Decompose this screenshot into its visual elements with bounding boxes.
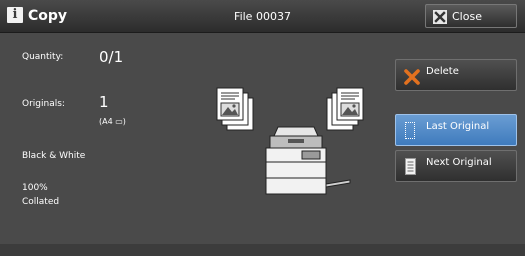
next-original-button[interactable]: Next Original xyxy=(395,150,517,182)
quantity-label: Quantity: xyxy=(22,52,64,62)
last-original-icon xyxy=(405,122,415,139)
last-original-button[interactable]: Last Original xyxy=(395,114,517,146)
copy-screen: i Copy File 00037 Close Quantity: 0/1 Or… xyxy=(0,0,525,256)
original-documents-icon xyxy=(216,87,254,131)
color-mode: Black & White xyxy=(22,151,86,161)
delete-button[interactable]: Delete xyxy=(395,59,517,91)
next-original-icon xyxy=(405,158,416,179)
close-button[interactable]: Close xyxy=(425,4,517,28)
next-original-label: Next Original xyxy=(426,157,492,168)
close-button-label: Close xyxy=(452,10,482,23)
quantity-value: 0/1 xyxy=(99,48,124,66)
title-bar: i Copy File 00037 Close xyxy=(0,0,525,33)
bottom-bar xyxy=(0,244,525,256)
originals-label: Originals: xyxy=(22,99,65,109)
originals-count: 1 xyxy=(99,93,109,111)
delete-label: Delete xyxy=(426,66,459,77)
printer-icon xyxy=(265,126,351,195)
last-original-label: Last Original xyxy=(426,121,490,132)
output-mode: Collated xyxy=(22,197,60,207)
copier-illustration xyxy=(216,87,364,195)
originals-size: (A4 ▭) xyxy=(99,117,126,126)
delete-icon xyxy=(404,69,420,89)
close-icon xyxy=(433,10,447,24)
copied-documents-icon xyxy=(326,87,364,131)
reduce-enlarge-value: 100% xyxy=(22,183,48,193)
